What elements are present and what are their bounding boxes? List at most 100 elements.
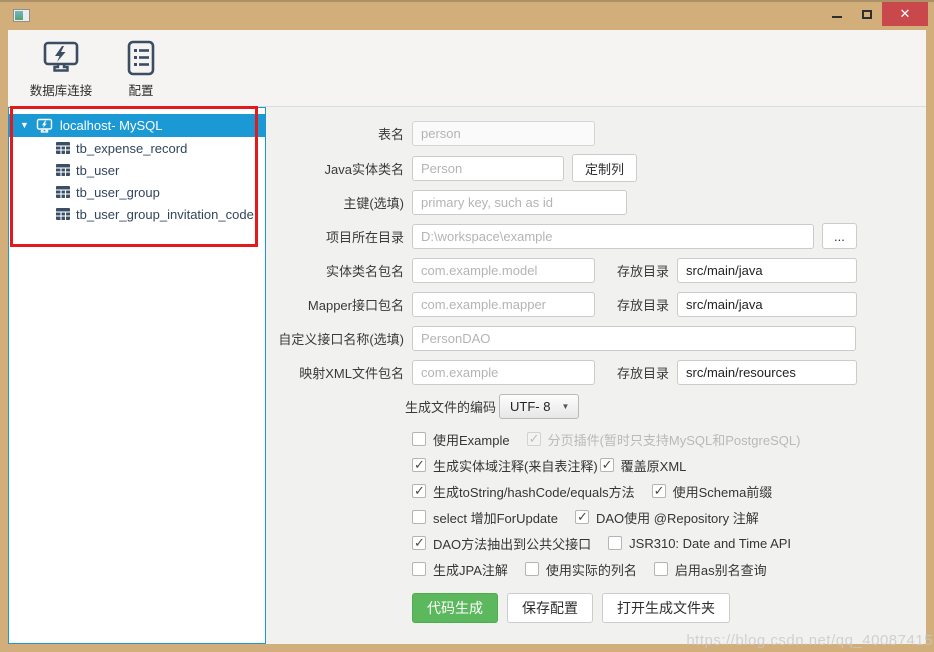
close-button[interactable]: ✕ [882, 2, 928, 26]
tree-item-table[interactable]: tb_expense_record [9, 137, 265, 159]
action-buttons: 代码生成 保存配置 打开生成文件夹 [412, 593, 926, 623]
tree-item-table[interactable]: tb_user [9, 159, 265, 181]
options-row: 生成JPA注解 使用实际的列名 启用as别名查询 [412, 561, 926, 577]
chevron-down-icon: ▼ [561, 402, 569, 411]
generator-form: 表名 Java实体类名 定制列 主键(选填) 项目所在目录 ... 实体类名包名 [266, 107, 926, 644]
option-overwrite-xml[interactable]: 覆盖原XML [600, 456, 687, 475]
option-as-alias-query[interactable]: 启用as别名查询 [654, 560, 767, 579]
form-row-xml-package: 映射XML文件包名 存放目录 [266, 360, 926, 385]
checkbox-icon [412, 432, 426, 446]
toolbar: 数据库连接 配置 [8, 30, 926, 107]
xml-package-input[interactable] [412, 360, 595, 385]
option-dao-common-parent[interactable]: DAO方法抽出到公共父接口 [412, 534, 591, 553]
xml-dir-input[interactable] [677, 360, 857, 385]
app-window: { "window": { "controls": { "minimize": … [0, 0, 934, 652]
option-jpa-annotation[interactable]: 生成JPA注解 [412, 560, 508, 579]
xml-dir-label: 存放目录 [617, 363, 669, 382]
table-icon [56, 208, 70, 220]
checkbox-icon [654, 562, 668, 576]
checkbox-icon [525, 562, 539, 576]
form-row-project-dir: 项目所在目录 ... [266, 223, 926, 249]
checkbox-icon [412, 562, 426, 576]
maximize-icon [862, 10, 872, 19]
mapper-dir-input[interactable] [677, 292, 857, 317]
option-entity-comments[interactable]: 生成实体域注释(来自表注释) [412, 456, 598, 475]
table-icon [56, 164, 70, 176]
model-package-input[interactable] [412, 258, 595, 283]
checkbox-icon [412, 484, 426, 498]
toolbar-item-config[interactable]: 配置 [106, 37, 176, 99]
primary-key-input[interactable] [412, 190, 627, 215]
option-jsr310[interactable]: JSR310: Date and Time API [608, 536, 791, 551]
entity-class-input[interactable] [412, 156, 564, 181]
table-name-label: 表名 [266, 124, 404, 143]
project-dir-input[interactable] [412, 224, 814, 249]
options-row: DAO方法抽出到公共父接口 JSR310: Date and Time API [412, 535, 926, 551]
connection-tree: ▼ localhost- MySQL [8, 107, 266, 644]
titlebar: ✕ [0, 2, 934, 28]
generate-code-button[interactable]: 代码生成 [412, 593, 498, 623]
encoding-value: UTF- 8 [510, 399, 550, 414]
dao-name-input[interactable] [412, 326, 856, 351]
mapper-package-input[interactable] [412, 292, 595, 317]
option-tostring-hashcode-equals[interactable]: 生成toString/hashCode/equals方法 [412, 482, 635, 501]
watermark: https://blog.csdn.net/qq_40087415 [686, 632, 933, 649]
checkbox-icon [527, 432, 541, 446]
form-row-table-name: 表名 [266, 121, 926, 146]
toolbar-item-db-connection[interactable]: 数据库连接 [26, 37, 96, 99]
checkbox-icon [600, 458, 614, 472]
tree-item-label: tb_user_group [76, 185, 160, 200]
dao-name-label: 自定义接口名称(选填) [266, 329, 404, 348]
open-output-folder-button[interactable]: 打开生成文件夹 [602, 593, 730, 623]
table-icon [56, 142, 70, 154]
options-section: 使用Example 分页插件(暂时只支持MySQL和PostgreSQL) 生成… [412, 431, 926, 577]
tree-item-table[interactable]: tb_user_group [9, 181, 265, 203]
model-package-label: 实体类名包名 [266, 261, 404, 280]
toolbar-item-label: 数据库连接 [30, 80, 93, 99]
form-row-primary-key: 主键(选填) [266, 190, 926, 215]
tree-item-table[interactable]: tb_user_group_invitation_code [9, 203, 265, 225]
form-row-dao-name: 自定义接口名称(选填) [266, 326, 926, 351]
form-row-model-package: 实体类名包名 存放目录 [266, 258, 926, 283]
main-area: ▼ localhost- MySQL [8, 107, 926, 644]
options-row: 生成实体域注释(来自表注释) 覆盖原XML [412, 457, 926, 473]
model-dir-label: 存放目录 [617, 261, 669, 280]
primary-key-label: 主键(选填) [266, 193, 404, 212]
mysql-connection-icon [36, 118, 53, 134]
window-body: 数据库连接 配置 ▼ [8, 30, 926, 644]
tree-root-localhost-mysql[interactable]: ▼ localhost- MySQL [9, 114, 265, 137]
tree-root-label: localhost- MySQL [60, 118, 163, 133]
toolbar-item-label: 配置 [128, 80, 153, 99]
tree-item-label: tb_expense_record [76, 141, 187, 156]
checkbox-icon [652, 484, 666, 498]
app-icon [13, 9, 30, 22]
form-row-entity-class: Java实体类名 定制列 [266, 154, 926, 182]
minimize-button[interactable] [822, 2, 852, 26]
mapper-package-label: Mapper接口包名 [266, 295, 404, 314]
option-pagination-plugin: 分页插件(暂时只支持MySQL和PostgreSQL) [527, 430, 801, 449]
save-config-button[interactable]: 保存配置 [507, 593, 593, 623]
encoding-label: 生成文件的编码 [405, 397, 496, 416]
customize-columns-button[interactable]: 定制列 [572, 154, 637, 182]
table-icon [56, 186, 70, 198]
maximize-button[interactable] [852, 2, 882, 26]
option-use-example[interactable]: 使用Example [412, 430, 510, 449]
tree-item-label: tb_user_group_invitation_code [76, 207, 254, 222]
checkbox-icon [412, 536, 426, 550]
option-schema-prefix[interactable]: 使用Schema前缀 [652, 482, 773, 501]
table-name-input[interactable] [412, 121, 595, 146]
options-row: 使用Example 分页插件(暂时只支持MySQL和PostgreSQL) [412, 431, 926, 447]
options-row: select 增加ForUpdate DAO使用 @Repository 注解 [412, 509, 926, 525]
option-select-forupdate[interactable]: select 增加ForUpdate [412, 508, 558, 527]
encoding-select[interactable]: UTF- 8 ▼ [499, 394, 579, 419]
tree-item-label: tb_user [76, 163, 119, 178]
minimize-icon [832, 16, 842, 18]
checkbox-icon [608, 536, 622, 550]
option-actual-column-names[interactable]: 使用实际的列名 [525, 560, 637, 579]
expand-caret-icon[interactable]: ▼ [20, 121, 29, 130]
option-dao-repository-annotation[interactable]: DAO使用 @Repository 注解 [575, 508, 759, 527]
checkbox-icon [412, 510, 426, 524]
mapper-dir-label: 存放目录 [617, 295, 669, 314]
browse-button[interactable]: ... [822, 223, 857, 249]
model-dir-input[interactable] [677, 258, 857, 283]
